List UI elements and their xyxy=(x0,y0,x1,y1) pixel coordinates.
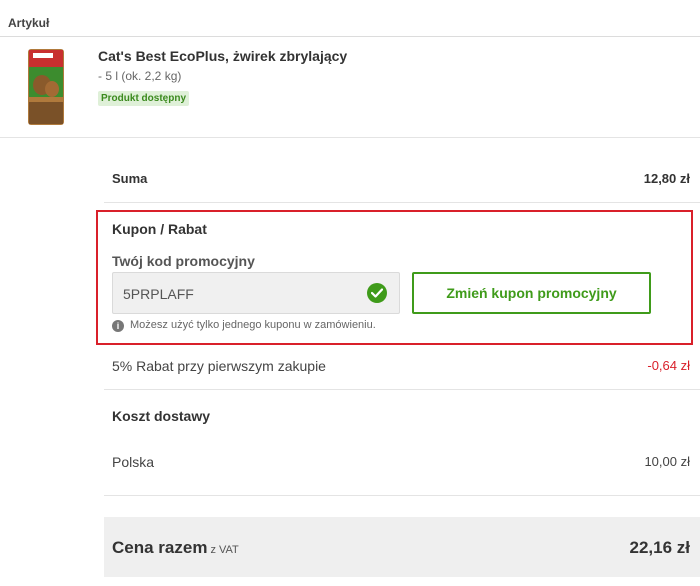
coupon-code-value: 5PRPLAFF xyxy=(123,286,194,302)
coupon-note: i Możesz użyć tylko jednego kuponu w zamó… xyxy=(112,319,376,332)
discount-row: 5% Rabat przy pierwszym zakupie -0,64 zł xyxy=(104,343,700,390)
discount-value: -0,64 zł xyxy=(647,358,690,373)
shipping-row: Polska 10,00 zł xyxy=(104,440,700,496)
cart-item: Cat's Best EcoPlus, żwirek zbrylający - … xyxy=(0,37,700,138)
total-label-group: Cena razem z VAT xyxy=(112,538,239,558)
article-column-label: Artykuł xyxy=(8,16,50,30)
product-image[interactable] xyxy=(25,47,67,127)
total-value: 22,16 zł xyxy=(629,538,691,557)
info-icon: i xyxy=(112,320,124,332)
shipping-title-row: Koszt dostawy xyxy=(104,390,700,440)
discount-label: 5% Rabat przy pierwszym zakupie xyxy=(112,358,326,374)
change-coupon-button[interactable]: Zmień kupon promocyjny xyxy=(412,272,651,314)
coupon-note-text: Możesz użyć tylko jednego kuponu w zamów… xyxy=(130,319,376,331)
shipping-title: Koszt dostawy xyxy=(112,408,211,424)
shipping-country: Polska xyxy=(112,454,155,470)
total-row: Cena razem z VAT 22,16 zł xyxy=(104,517,700,577)
check-icon xyxy=(367,283,387,303)
vat-note: z VAT xyxy=(210,544,239,556)
coupon-code-input[interactable]: 5PRPLAFF xyxy=(112,272,400,314)
product-variant: - 5 l (ok. 2,2 kg) xyxy=(98,69,182,83)
coupon-title: Kupon / Rabat xyxy=(112,221,207,237)
availability-badge: Produkt dostępny xyxy=(98,91,190,106)
coupon-field-label: Twój kod promocyjny xyxy=(112,253,255,269)
coupon-section: Kupon / Rabat Twój kod promocyjny 5PRPLA… xyxy=(96,210,693,345)
total-label: Cena razem xyxy=(112,538,208,557)
sum-label: Suma xyxy=(112,171,148,186)
shipping-value: 10,00 zł xyxy=(644,454,690,469)
product-name[interactable]: Cat's Best EcoPlus, żwirek zbrylający xyxy=(98,48,347,64)
table-header: Artykuł xyxy=(0,0,700,37)
sum-value: 12,80 zł xyxy=(643,171,690,186)
sum-row: Suma 12,80 zł xyxy=(104,155,700,203)
